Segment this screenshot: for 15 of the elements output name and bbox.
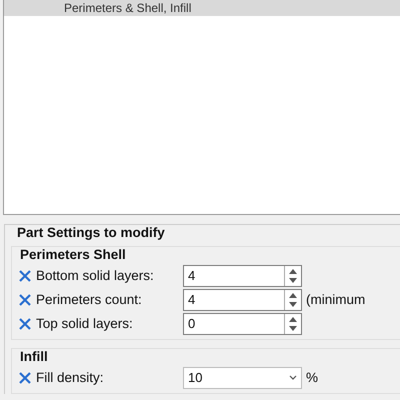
spin-field[interactable]: 4 [183,288,302,310]
unit-label: (minimum [306,292,366,307]
field-label: Perimeters count: [36,292,143,307]
remove-icon[interactable] [18,292,32,306]
spin-field[interactable]: 4 [183,264,302,286]
combo-field[interactable]: 10 [183,366,302,388]
remove-icon[interactable] [18,316,32,330]
remove-icon[interactable] [18,268,32,282]
remove-icon[interactable] [18,370,32,384]
field-label: Fill density: [36,370,105,385]
tree-item[interactable]: Perimeters & Shell, Infill [4,0,400,16]
field-label: Top solid layers: [36,316,134,331]
spin-field[interactable]: 0 [183,312,302,334]
unit-label: % [306,370,318,385]
field-label: Bottom solid layers: [36,268,155,283]
